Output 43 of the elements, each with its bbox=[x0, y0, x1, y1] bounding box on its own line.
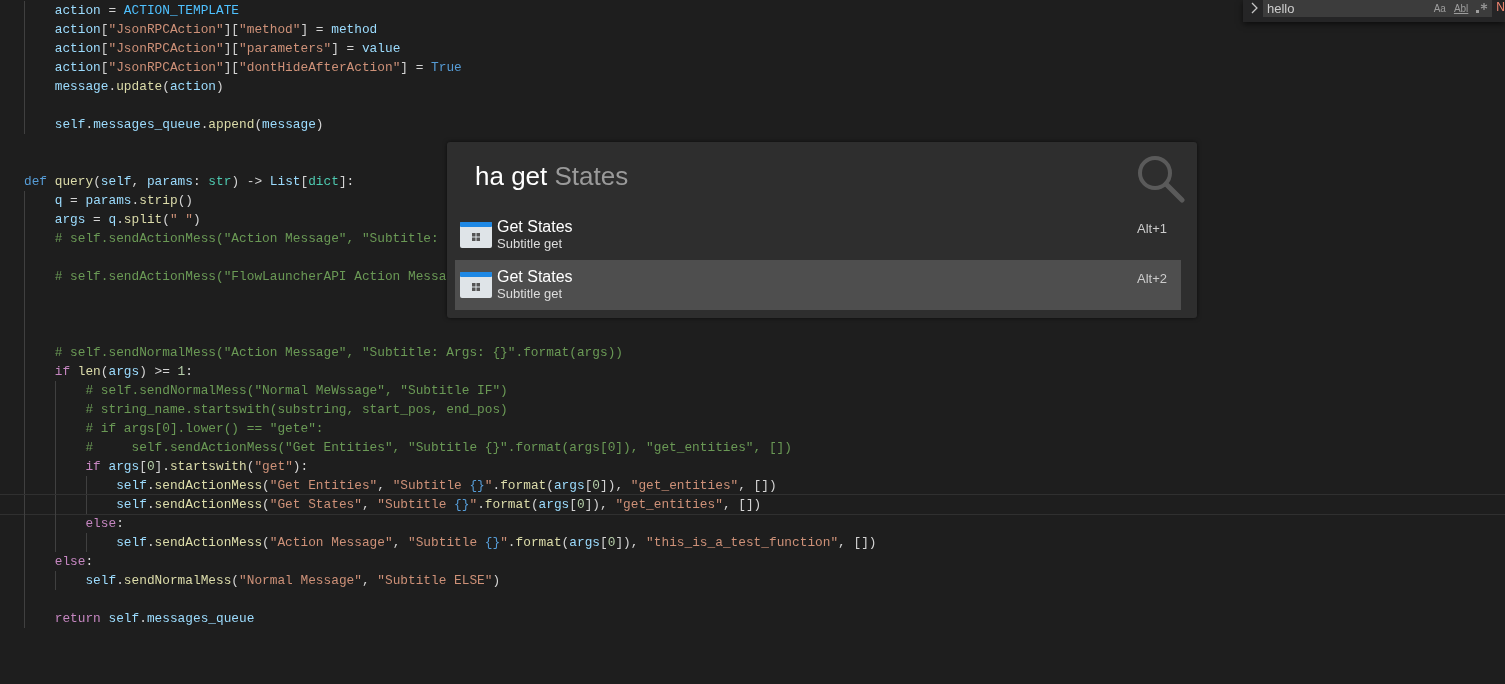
code-line: self.sendNormalMess("Normal Message", "Subtitle ELSE") bbox=[84, 573, 501, 588]
code-line: self.sendActionMess("Get States", "Subtitle {}".format(args[0]), "get_entities", []) bbox=[115, 497, 762, 512]
result-subtitle: Subtitle get bbox=[497, 236, 564, 252]
window-icon bbox=[460, 222, 492, 248]
find-input[interactable]: hello Aa Abl bbox=[1262, 0, 1493, 17]
code-line: # self.sendNormalMess("Action Message", "Subtitle: Args: {}".format(args)) bbox=[53, 345, 623, 360]
code-line: message.update(action) bbox=[53, 79, 224, 94]
code-line: if args[0].startswith("get"): bbox=[84, 459, 309, 474]
regex-icon[interactable] bbox=[1476, 3, 1489, 14]
code-line: # self.sendActionMess("FlowLauncherAPI Action Messa bbox=[53, 269, 447, 284]
chevron-right-icon[interactable] bbox=[1251, 2, 1259, 14]
code-line: action["JsonRPCAction"]["parameters"] = value bbox=[53, 41, 401, 56]
code-line: action["JsonRPCAction"]["method"] = method bbox=[53, 22, 378, 37]
code-line: q = params.strip() bbox=[53, 193, 193, 208]
code-line: self.sendActionMess("Get Entities", "Subtitle {}".format(args[0]), "get_entities", []) bbox=[115, 478, 777, 493]
code-line: # self.sendActionMess("Action Message", "Subtitle: bbox=[53, 231, 439, 246]
result-title: Get States bbox=[497, 218, 574, 236]
code-line: args = q.split(" ") bbox=[53, 212, 201, 227]
code-line: # string_name.startswith(substring, start_pos, end_pos) bbox=[84, 402, 508, 417]
find-status: N bbox=[1496, 0, 1505, 14]
code-line: # self.sendNormalMess("Normal MeWssage", "Subtitle IF") bbox=[84, 383, 508, 398]
window-icon bbox=[460, 272, 492, 298]
search-icon bbox=[1135, 153, 1185, 203]
result-item[interactable]: Get States Subtitle get Alt+2 bbox=[455, 260, 1181, 310]
code-line: else: bbox=[53, 554, 94, 569]
result-subtitle: Subtitle get bbox=[497, 286, 564, 302]
match-option-toggle[interactable]: Abl bbox=[1453, 2, 1469, 15]
code-line: action["JsonRPCAction"]["dontHideAfterAction"] = True bbox=[53, 60, 462, 75]
code-line: action = ACTION_TEMPLATE bbox=[53, 3, 240, 18]
code-line: self.sendActionMess("Action Message", "Subtitle {}".format(args[0]), "this_is_a_test_function", []) bbox=[115, 535, 877, 550]
code-line: return self.messages_queue bbox=[53, 611, 255, 626]
hotkey-label: Alt+1 bbox=[1137, 220, 1167, 238]
code-line: def query(self, params: str) -> List[dict]: bbox=[24, 174, 355, 189]
match-option-toggle[interactable]: Aa bbox=[1433, 2, 1446, 15]
code-line: # self.sendActionMess("Get Entities", "Subtitle {}".format(args[0]), "get_entities", []) bbox=[84, 440, 792, 455]
code-line: # if args[0].lower() == "gete": bbox=[84, 421, 324, 436]
code-line: self.messages_queue.append(message) bbox=[53, 117, 324, 132]
code-line: else: bbox=[84, 516, 124, 531]
code-line: if len(args) >= 1: bbox=[53, 364, 193, 379]
hotkey-label: Alt+2 bbox=[1137, 270, 1167, 288]
result-title: Get States bbox=[497, 268, 574, 286]
result-item[interactable]: Get States Subtitle get Alt+1 bbox=[455, 210, 1181, 260]
query-input[interactable]: ha get States bbox=[475, 160, 1135, 192]
